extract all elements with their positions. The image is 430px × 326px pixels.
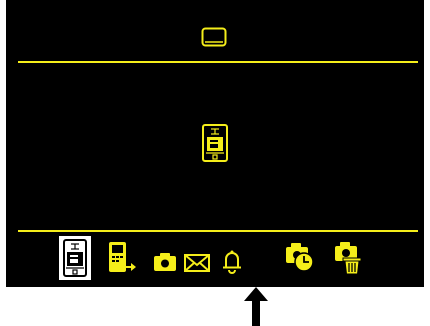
toolbar-item-export[interactable] <box>108 241 138 275</box>
up-arrow-icon <box>244 287 268 326</box>
envelope-icon <box>184 254 210 272</box>
device-screen <box>6 0 424 287</box>
top-divider <box>18 61 418 63</box>
camera-trash-icon <box>335 242 362 275</box>
bell-icon <box>223 250 241 274</box>
toolbar-item-timer-camera[interactable] <box>285 240 315 274</box>
camera-icon <box>154 253 176 271</box>
device-export-icon <box>109 242 136 272</box>
display-icon <box>201 27 227 47</box>
toolbar-item-alarm[interactable] <box>221 249 243 274</box>
bottom-divider <box>18 230 418 232</box>
toolbar-item-mail[interactable] <box>184 254 210 272</box>
toolbar-item-trash-camera[interactable] <box>333 239 363 275</box>
camera-clock-icon <box>286 243 314 272</box>
panel-switch-icon <box>202 124 228 162</box>
toolbar-item-panel-switch[interactable] <box>59 236 91 280</box>
panel-switch-icon <box>63 239 87 277</box>
toolbar-item-camera[interactable] <box>153 252 177 272</box>
